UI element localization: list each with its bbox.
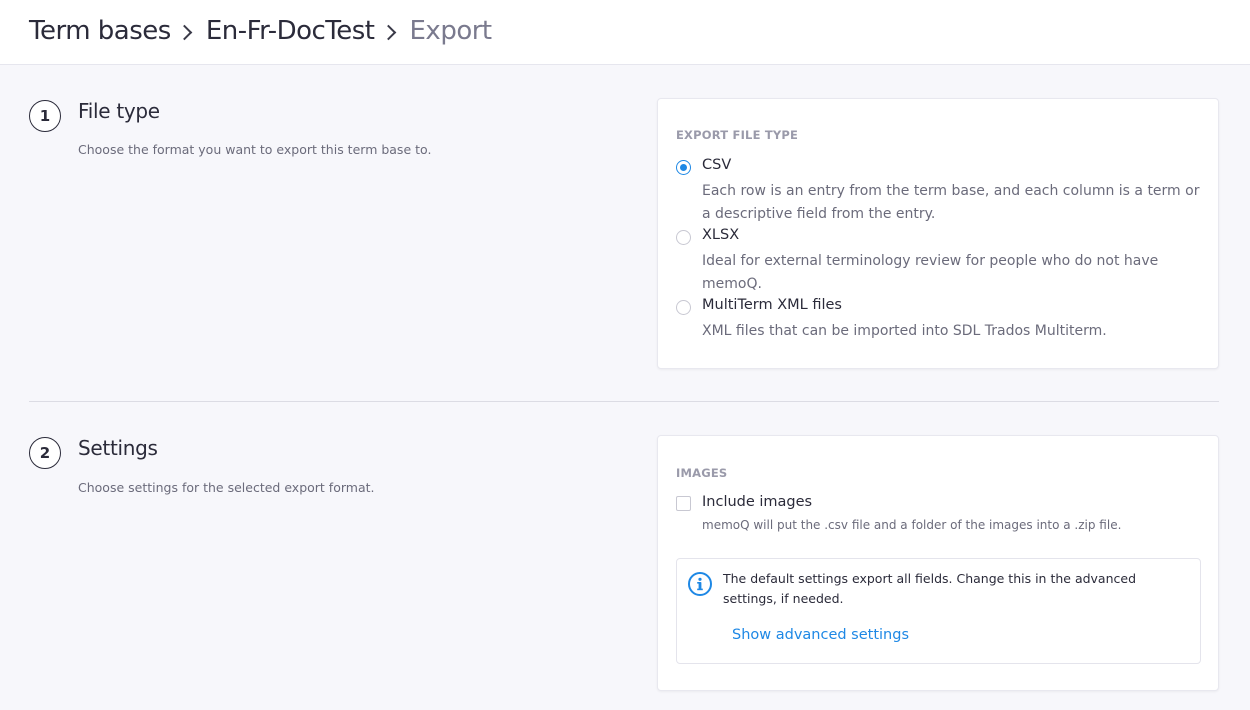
xlsx-option-description: Ideal for external terminology review fo…	[702, 253, 1159, 292]
section-description-settings: Choose settings for the selected export …	[78, 480, 375, 495]
csv-option-label[interactable]: CSV	[702, 157, 731, 173]
chevron-right-icon	[176, 24, 193, 40]
step-number-1: 1	[29, 100, 61, 132]
show-advanced-settings-link[interactable]: Show advanced settings	[732, 627, 909, 643]
export-file-type-label: EXPORT FILE TYPE	[676, 128, 799, 142]
page-header: Term bases En-Fr-DocTest Export	[0, 0, 1250, 65]
section-divider	[29, 401, 1219, 402]
multiterm-radio[interactable]	[676, 300, 691, 315]
csv-radio[interactable]	[676, 160, 691, 175]
include-images-label[interactable]: Include images	[702, 494, 812, 510]
xlsx-option-label[interactable]: XLSX	[702, 227, 739, 243]
export-file-type-card: EXPORT FILE TYPE CSV Each row is an entr…	[657, 98, 1219, 369]
info-callout: The default settings export all fields. …	[676, 558, 1201, 664]
section-description-file-type: Choose the format you want to export thi…	[78, 142, 432, 157]
step-number-2: 2	[29, 437, 61, 469]
info-text: The default settings export all fields. …	[723, 571, 1137, 606]
include-images-description: memoQ will put the .csv file and a folde…	[702, 518, 1122, 532]
multiterm-option-description: XML files that can be imported into SDL …	[702, 323, 1107, 339]
include-images-checkbox[interactable]	[676, 496, 691, 511]
section-title-settings: Settings	[78, 436, 158, 460]
multiterm-option-label[interactable]: MultiTerm XML files	[702, 297, 842, 313]
csv-option-description: Each row is an entry from the term base,…	[702, 183, 1200, 222]
chevron-right-icon	[380, 24, 396, 40]
section-title-file-type: File type	[78, 99, 160, 123]
xlsx-radio[interactable]	[676, 230, 691, 245]
breadcrumb-current: Export	[409, 16, 493, 46]
breadcrumb-termbase-link[interactable]: En-Fr-DocTest	[206, 14, 375, 48]
settings-card: IMAGES Include images memoQ will put the…	[657, 435, 1219, 691]
breadcrumb: Term bases En-Fr-DocTest Export	[29, 14, 492, 48]
info-icon	[688, 572, 712, 596]
images-label: IMAGES	[676, 466, 728, 480]
breadcrumb-term-bases-link[interactable]: Term bases	[29, 14, 171, 48]
